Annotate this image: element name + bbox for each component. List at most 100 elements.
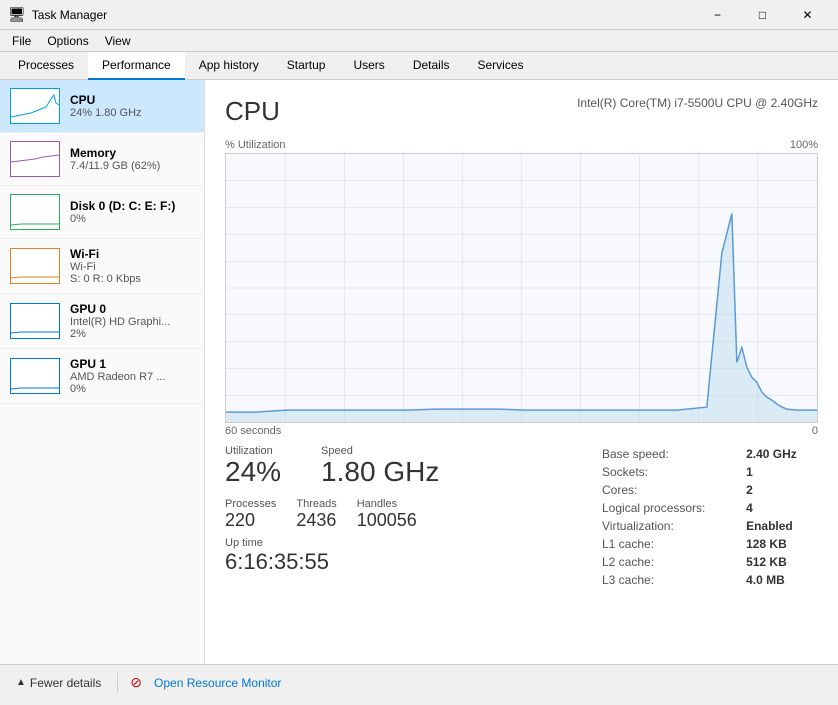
disk0-info: Disk 0 (D: C: E: F:) 0%	[70, 199, 194, 225]
cores-label: Cores:	[598, 481, 742, 499]
close-button[interactable]: ✕	[785, 0, 830, 30]
wifi-info: Wi-Fi Wi-Fi S: 0 R: 0 Kbps	[70, 247, 194, 285]
sidebar-item-disk0[interactable]: Disk 0 (D: C: E: F:) 0%	[0, 186, 204, 239]
open-resource-monitor-link[interactable]: Open Resource Monitor	[154, 676, 281, 690]
fewer-details-button[interactable]: ▲ Fewer details	[12, 674, 105, 692]
cpu-thumbnail	[10, 88, 60, 124]
utilization-value: 24%	[225, 457, 281, 488]
bottom-bar: ▲ Fewer details ⊘ Open Resource Monitor	[0, 664, 838, 700]
graph-x-start: 60 seconds	[225, 425, 281, 437]
secondary-stats: Processes 220 Threads 2436 Handles 10005…	[225, 498, 439, 531]
memory-thumbnail	[10, 141, 60, 177]
sidebar-item-cpu[interactable]: CPU 24% 1.80 GHz	[0, 80, 204, 133]
title-bar: 🖥 Task Manager − □ ✕	[0, 0, 838, 30]
handles-block: Handles 100056	[357, 498, 417, 531]
cpu-label: CPU	[70, 93, 194, 107]
sidebar-item-gpu0[interactable]: GPU 0 Intel(R) HD Graphi... 2%	[0, 294, 204, 349]
sidebar-item-wifi[interactable]: Wi-Fi Wi-Fi S: 0 R: 0 Kbps	[0, 239, 204, 294]
tab-startup[interactable]: Startup	[273, 52, 340, 80]
graph-y-label: % Utilization	[225, 139, 286, 151]
handles-label: Handles	[357, 498, 417, 510]
tab-bar: Processes Performance App history Startu…	[0, 52, 838, 80]
threads-value: 2436	[296, 510, 336, 531]
threads-block: Threads 2436	[296, 498, 336, 531]
base-speed-label: Base speed:	[598, 445, 742, 463]
tab-processes[interactable]: Processes	[4, 52, 88, 80]
logical-processors-value: 4	[742, 499, 818, 517]
gpu0-info: GPU 0 Intel(R) HD Graphi... 2%	[70, 302, 194, 340]
app-icon: 🖥	[8, 6, 26, 23]
sidebar-item-gpu1[interactable]: GPU 1 AMD Radeon R7 ... 0%	[0, 349, 204, 404]
gpu1-label: GPU 1	[70, 357, 194, 371]
gpu0-name: Intel(R) HD Graphi...	[70, 316, 194, 328]
virtualization-value: Enabled	[742, 517, 818, 535]
detail-title: CPU	[225, 96, 280, 127]
memory-stats: 7.4/11.9 GB (62%)	[70, 160, 194, 172]
tab-app-history[interactable]: App history	[185, 52, 273, 80]
graph-x-end: 0	[812, 425, 818, 437]
memory-info: Memory 7.4/11.9 GB (62%)	[70, 146, 194, 172]
graph-container	[225, 153, 818, 423]
menu-file[interactable]: File	[4, 32, 39, 50]
tab-services[interactable]: Services	[464, 52, 538, 80]
main-content: CPU 24% 1.80 GHz Memory 7.4/11.9 GB (62%…	[0, 80, 838, 664]
l2-cache-label: L2 cache:	[598, 553, 742, 571]
cpu-graph-svg	[226, 154, 817, 422]
disk0-label: Disk 0 (D: C: E: F:)	[70, 199, 194, 213]
detail-header: CPU Intel(R) Core(TM) i7-5500U CPU @ 2.4…	[225, 96, 818, 127]
gpu0-stats: 2%	[70, 328, 194, 340]
base-speed-value: 2.40 GHz	[742, 445, 818, 463]
title-bar-controls: − □ ✕	[695, 0, 830, 30]
menu-options[interactable]: Options	[39, 32, 96, 50]
chevron-up-icon: ▲	[16, 677, 26, 688]
disk0-thumbnail	[10, 194, 60, 230]
l3-cache-value: 4.0 MB	[742, 571, 818, 589]
cores-value: 2	[742, 481, 818, 499]
disk0-stats: 0%	[70, 213, 194, 225]
warning-icon: ⊘	[130, 674, 142, 691]
uptime-value: 6:16:35:55	[225, 549, 439, 575]
sidebar: CPU 24% 1.80 GHz Memory 7.4/11.9 GB (62%…	[0, 80, 205, 664]
l2-cache-value: 512 KB	[742, 553, 818, 571]
app-title: Task Manager	[32, 8, 107, 22]
gpu1-thumbnail	[10, 358, 60, 394]
sidebar-item-memory[interactable]: Memory 7.4/11.9 GB (62%)	[0, 133, 204, 186]
gpu0-thumbnail	[10, 303, 60, 339]
processes-block: Processes 220	[225, 498, 276, 531]
minimize-button[interactable]: −	[695, 0, 740, 30]
fewer-details-label: Fewer details	[30, 676, 101, 690]
wifi-thumbnail	[10, 248, 60, 284]
tab-performance[interactable]: Performance	[88, 52, 185, 80]
logical-processors-label: Logical processors:	[598, 499, 742, 517]
cpu-info-table: Base speed: 2.40 GHz Sockets: 1 Cores: 2…	[598, 445, 818, 589]
wifi-label: Wi-Fi	[70, 247, 194, 261]
gpu1-name: AMD Radeon R7 ...	[70, 371, 194, 383]
processes-label: Processes	[225, 498, 276, 510]
maximize-button[interactable]: □	[740, 0, 785, 30]
uptime-label: Up time	[225, 537, 439, 549]
l3-cache-label: L3 cache:	[598, 571, 742, 589]
l1-cache-value: 128 KB	[742, 535, 818, 553]
gpu1-stats: 0%	[70, 383, 194, 395]
menu-bar: File Options View	[0, 30, 838, 52]
processes-value: 220	[225, 510, 276, 531]
graph-labels-top: % Utilization 100%	[225, 139, 818, 151]
handles-value: 100056	[357, 510, 417, 531]
memory-label: Memory	[70, 146, 194, 160]
stats-section: Utilization 24% Speed 1.80 GHz Processes…	[225, 445, 439, 589]
detail-subtitle: Intel(R) Core(TM) i7-5500U CPU @ 2.40GHz	[577, 96, 818, 110]
graph-labels-bottom: 60 seconds 0	[225, 425, 818, 437]
gpu0-label: GPU 0	[70, 302, 194, 316]
cpu-stats: 24% 1.80 GHz	[70, 107, 194, 119]
gpu1-info: GPU 1 AMD Radeon R7 ... 0%	[70, 357, 194, 395]
menu-view[interactable]: View	[97, 32, 139, 50]
sockets-value: 1	[742, 463, 818, 481]
uptime-block: Up time 6:16:35:55	[225, 537, 439, 575]
speed-block: Speed 1.80 GHz	[321, 445, 439, 488]
graph-y-max: 100%	[790, 139, 818, 151]
tab-users[interactable]: Users	[339, 52, 398, 80]
threads-label: Threads	[296, 498, 336, 510]
tab-details[interactable]: Details	[399, 52, 464, 80]
wifi-stats: S: 0 R: 0 Kbps	[70, 273, 194, 285]
graph-area: % Utilization 100%	[225, 139, 818, 437]
